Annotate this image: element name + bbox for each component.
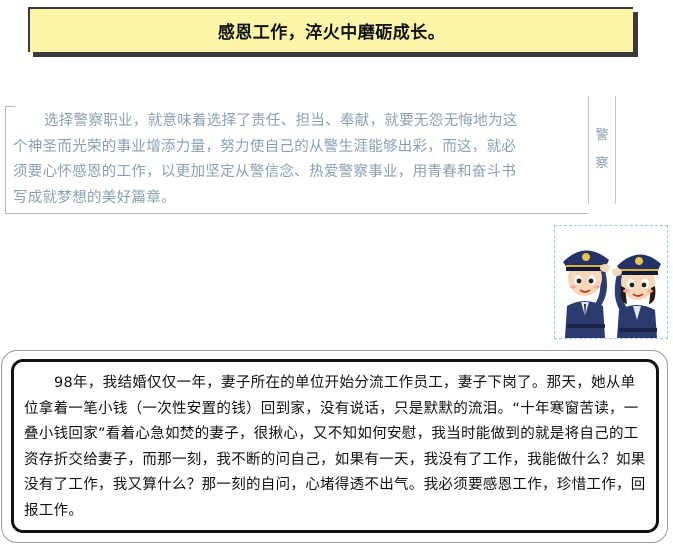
- page-title: 感恩工作，淬火中磨砺成长。: [217, 23, 446, 43]
- police-cartoon-image: [563, 250, 661, 338]
- side-tab-char-1: 警: [595, 128, 609, 143]
- police-illustration: [554, 225, 668, 339]
- officer-left: [563, 250, 610, 338]
- title-banner: 感恩工作，淬火中磨砺成长。: [28, 7, 633, 52]
- intro-paragraph: 选择警察职业，就意味着选择了责任、担当、奉献，就要无怨无悔地为这个神圣而光荣的事…: [13, 113, 518, 206]
- side-tab-char-2: 察: [595, 156, 609, 171]
- side-tab: 警 察: [588, 96, 616, 204]
- officer-right: [612, 254, 661, 338]
- story-paragraph: 98年，我结婚仅仅一年，妻子所在的单位开始分流工作员工，妻子下岗了。那天，她从单…: [24, 375, 646, 519]
